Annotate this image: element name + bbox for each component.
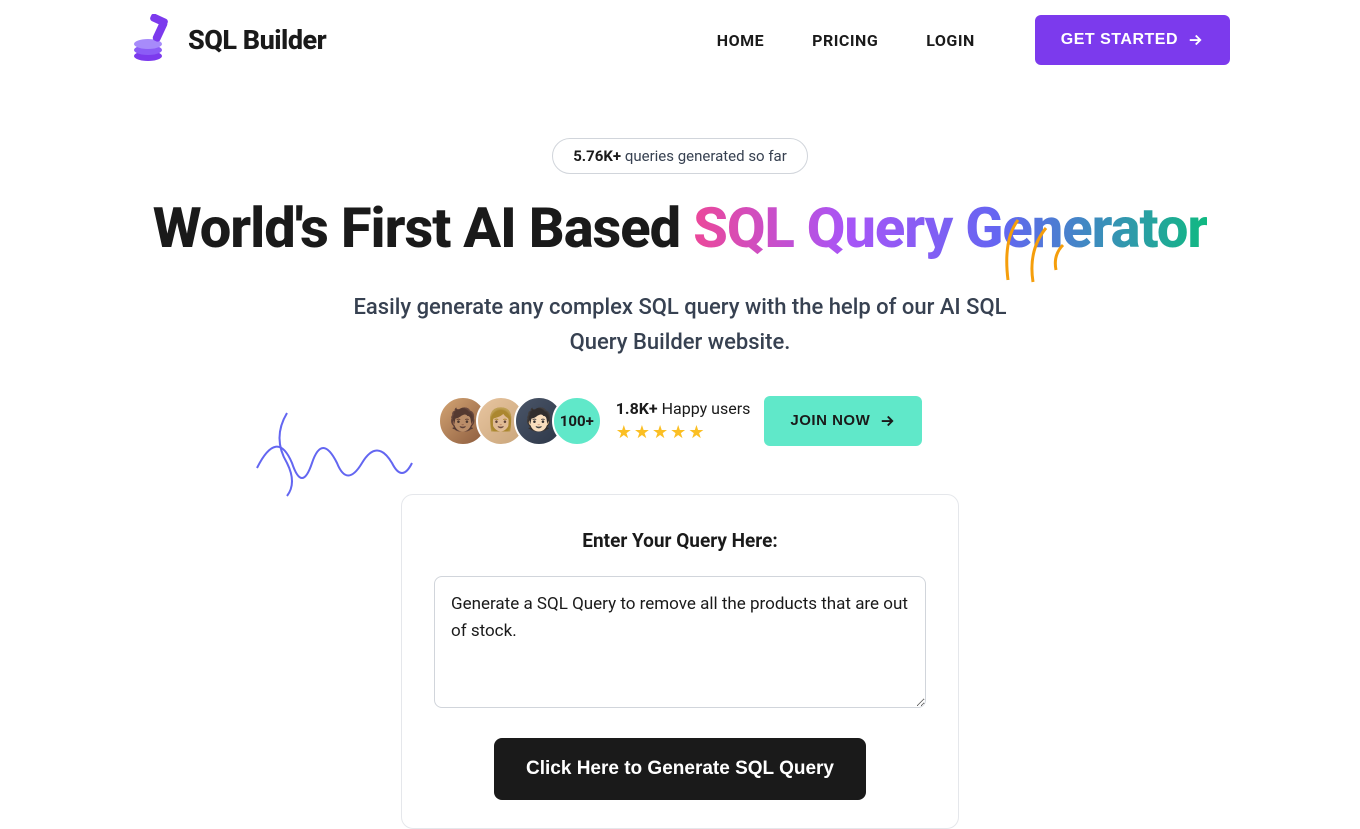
query-card: Enter Your Query Here: Click Here to Gen…: [401, 494, 959, 829]
headline-plain: World's First AI Based: [153, 195, 693, 261]
get-started-label: GET STARTED: [1061, 31, 1178, 49]
queries-text: queries generated so far: [621, 147, 787, 165]
users-count-text: Happy users: [658, 399, 751, 418]
generate-button[interactable]: Click Here to Generate SQL Query: [494, 738, 866, 800]
query-input[interactable]: [434, 576, 926, 708]
nav-pricing[interactable]: PRICING: [812, 31, 878, 50]
headline-colored: SQL Query Generator: [693, 195, 1207, 261]
star-icon: ★: [634, 422, 650, 443]
logo[interactable]: SQL Builder: [130, 14, 326, 66]
avatar-stack: 🧑🏽 👩🏼 🧑🏻 100+: [438, 396, 602, 446]
main-nav: HOME PRICING LOGIN GET STARTED: [717, 15, 1230, 65]
join-now-label: JOIN NOW: [790, 412, 870, 429]
users-info: 1.8K+ Happy users ★ ★ ★ ★ ★: [616, 399, 751, 443]
users-count: 1.8K+: [616, 399, 658, 418]
hero-subtext: Easily generate any complex SQL query wi…: [350, 290, 1010, 360]
join-now-button[interactable]: JOIN NOW: [764, 396, 922, 446]
star-rating: ★ ★ ★ ★ ★: [616, 422, 751, 443]
star-icon: ★: [652, 422, 668, 443]
decorative-squiggle-right: [998, 210, 1068, 285]
arrow-right-icon: [878, 412, 896, 430]
users-count-line: 1.8K+ Happy users: [616, 399, 751, 418]
users-row: 🧑🏽 👩🏼 🧑🏻 100+ 1.8K+ Happy users ★ ★ ★ ★ …: [0, 396, 1360, 446]
nav-login[interactable]: LOGIN: [926, 31, 975, 50]
arrow-right-icon: [1186, 31, 1204, 49]
avatar-count: 100+: [552, 396, 602, 446]
queries-badge: 5.76K+ queries generated so far: [552, 138, 808, 174]
get-started-button[interactable]: GET STARTED: [1035, 15, 1230, 65]
decorative-squiggle-left: [252, 408, 417, 498]
nav-home[interactable]: HOME: [717, 31, 764, 50]
queries-count: 5.76K+: [573, 147, 621, 165]
query-title: Enter Your Query Here:: [434, 529, 926, 552]
header: SQL Builder HOME PRICING LOGIN GET START…: [0, 0, 1360, 80]
logo-icon: [130, 14, 176, 66]
headline: World's First AI Based SQL Query Generat…: [0, 198, 1360, 260]
logo-text: SQL Builder: [188, 24, 326, 56]
star-icon: ★: [688, 422, 704, 443]
star-icon: ★: [616, 422, 632, 443]
star-icon: ★: [670, 422, 686, 443]
main-content: 5.76K+ queries generated so far World's …: [0, 80, 1360, 829]
